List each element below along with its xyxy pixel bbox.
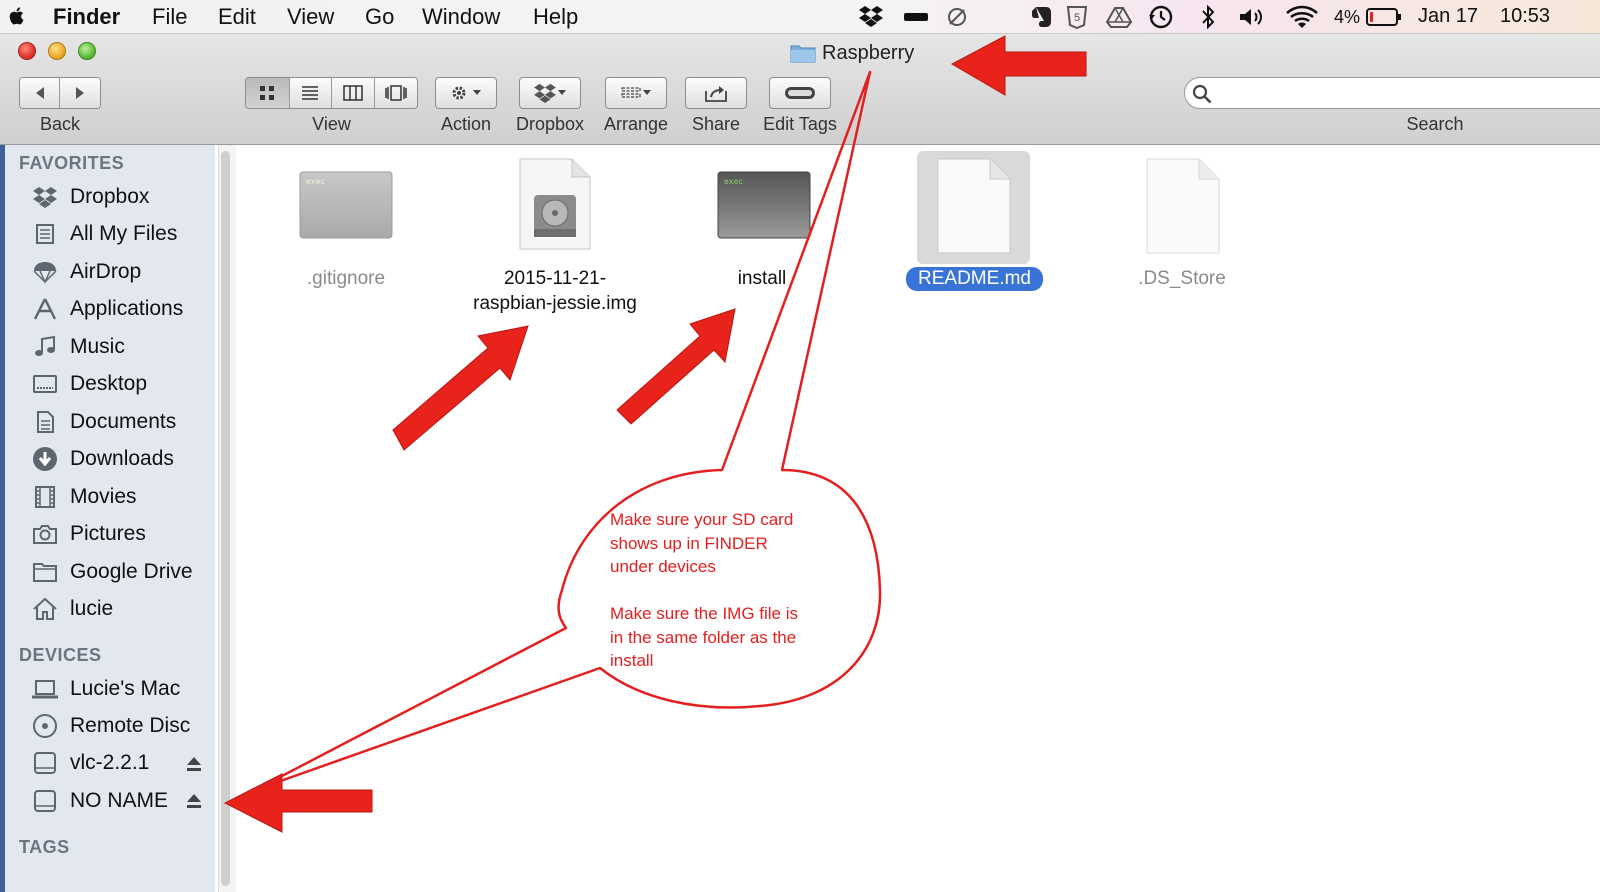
note-line: install: [610, 651, 654, 670]
annotation-note: Make sure your SD card shows up in FINDE…: [610, 508, 850, 673]
note-spacer: [610, 579, 850, 603]
note-line: Make sure your SD card: [610, 510, 794, 529]
arrow-to-install: [616, 308, 736, 425]
note-line: Make sure the IMG file is: [610, 604, 799, 623]
arrow-to-title: [950, 35, 1087, 96]
arrow-to-img-file: [392, 325, 529, 451]
note-line: shows up in FINDER: [610, 533, 768, 553]
speech-bubble: [253, 70, 882, 792]
arrow-to-no-name: [223, 773, 373, 833]
annotation-overlay: [223, 35, 1087, 833]
note-line: in the same folder as the: [610, 627, 797, 647]
note-line: under devices: [610, 557, 716, 576]
